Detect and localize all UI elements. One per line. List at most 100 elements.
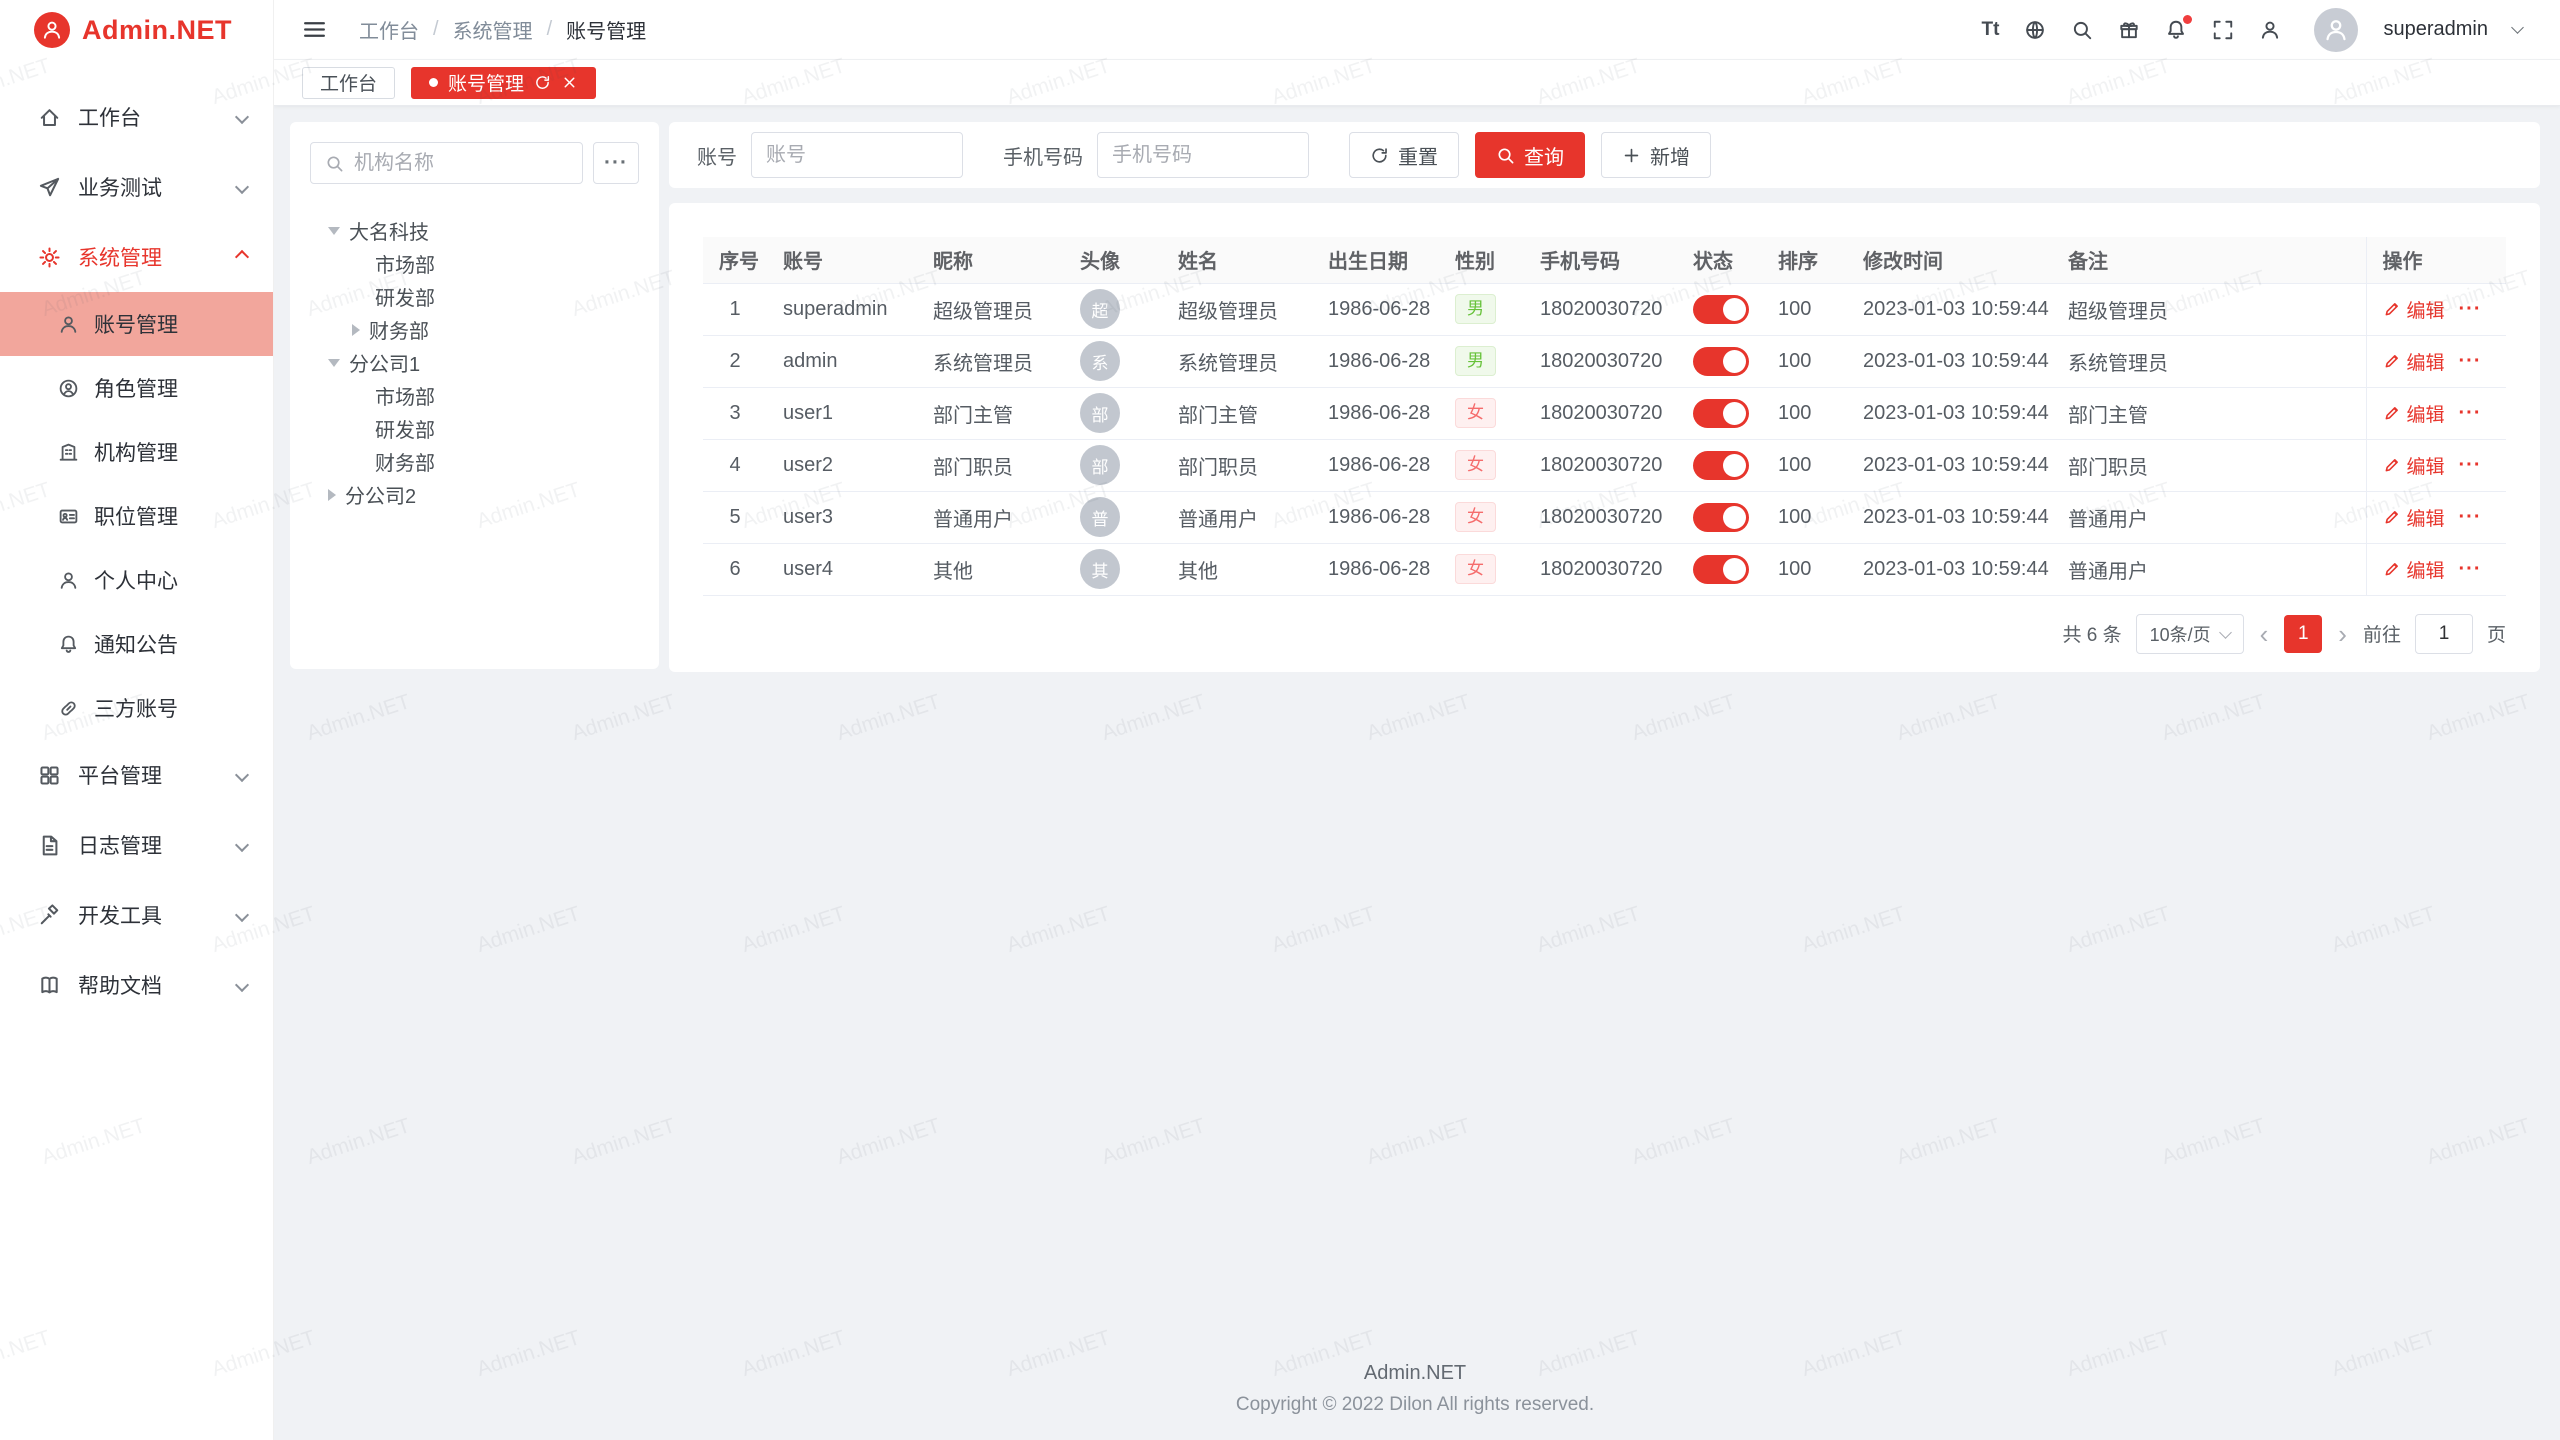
page-size-select[interactable]: 10条/页 [2136, 614, 2244, 654]
account-input[interactable] [766, 144, 948, 167]
fullscreen-icon[interactable] [2212, 19, 2234, 41]
status-toggle[interactable] [1693, 399, 1749, 428]
next-page-button[interactable]: › [2336, 621, 2349, 647]
sidebar-item-post-management[interactable]: 职位管理 [0, 484, 273, 548]
theme-icon[interactable] [2118, 19, 2140, 41]
edit-icon [2383, 352, 2401, 370]
sidebar-item-notice[interactable]: 通知公告 [0, 612, 273, 676]
breadcrumb: 工作台 / 系统管理 / 账号管理 [359, 15, 646, 44]
logo[interactable]: Admin.NET [0, 0, 273, 60]
tree-node[interactable]: 财务部 [310, 445, 639, 478]
breadcrumb-item[interactable]: 工作台 [359, 15, 419, 44]
status-toggle[interactable] [1693, 503, 1749, 532]
caret-right-icon[interactable] [328, 489, 336, 501]
account-label: 账号 [697, 141, 737, 170]
tree-node[interactable]: 市场部 [310, 247, 639, 280]
cell-nickname: 系统管理员 [917, 335, 1064, 387]
sidebar-item-workbench[interactable]: 工作台 [0, 82, 273, 152]
sidebar-item-system-management[interactable]: 系统管理 [0, 222, 273, 292]
goto-page-input[interactable] [2415, 614, 2473, 654]
org-search-input[interactable] [354, 152, 568, 175]
top-header: 工作台 / 系统管理 / 账号管理 Tt superadmin [274, 0, 2560, 60]
refresh-icon [1370, 146, 1389, 165]
cell-modified-time: 2023-01-03 10:59:44 [1847, 283, 2052, 335]
edit-button[interactable]: 编辑 [2383, 504, 2445, 531]
cell-order: 100 [1762, 491, 1847, 543]
row-more-button[interactable]: ··· [2459, 402, 2482, 425]
edit-button[interactable]: 编辑 [2383, 348, 2445, 375]
sidebar-item-dev-tools[interactable]: 开发工具 [0, 880, 273, 950]
plus-icon [1622, 146, 1641, 165]
edit-button[interactable]: 编辑 [2383, 556, 2445, 583]
col-modified-time: 修改时间 [1847, 237, 2052, 283]
user-icon[interactable] [2259, 19, 2281, 41]
search-button[interactable]: 查询 [1475, 132, 1585, 178]
cell-actions: 编辑 ··· [2366, 439, 2506, 491]
cell-order: 100 [1762, 335, 1847, 387]
phone-input[interactable] [1112, 144, 1294, 167]
table-row: 2 admin 系统管理员 系 系统管理员 1986-06-28 男 18020… [703, 335, 2506, 387]
cell-index: 2 [703, 335, 767, 387]
row-more-button[interactable]: ··· [2459, 454, 2482, 477]
tree-node[interactable]: 大名科技 [310, 214, 639, 247]
reset-button[interactable]: 重置 [1349, 132, 1459, 178]
tree-node[interactable]: 研发部 [310, 412, 639, 445]
tab-workbench[interactable]: 工作台 [302, 67, 395, 99]
home-icon [38, 106, 61, 129]
status-toggle[interactable] [1693, 347, 1749, 376]
active-tab-dot [429, 78, 438, 87]
add-button[interactable]: 新增 [1601, 132, 1711, 178]
status-toggle[interactable] [1693, 555, 1749, 584]
row-more-button[interactable]: ··· [2459, 350, 2482, 373]
col-name: 姓名 [1162, 237, 1312, 283]
refresh-icon[interactable] [534, 74, 551, 91]
sidebar-item-org-management[interactable]: 机构管理 [0, 420, 273, 484]
breadcrumb-item[interactable]: 系统管理 [453, 15, 533, 44]
sidebar-item-business-test[interactable]: 业务测试 [0, 152, 273, 222]
sidebar-item-personal-center[interactable]: 个人中心 [0, 548, 273, 612]
page-number-active[interactable]: 1 [2284, 615, 2322, 653]
gender-badge: 男 [1455, 346, 1496, 375]
org-more-button[interactable]: ··· [593, 142, 639, 184]
caret-down-icon[interactable] [328, 227, 340, 235]
col-avatar: 头像 [1064, 237, 1162, 283]
username[interactable]: superadmin [2383, 18, 2488, 41]
cell-avatar: 部 [1064, 387, 1162, 439]
font-size-icon[interactable]: Tt [1982, 19, 2000, 41]
chevron-down-icon[interactable] [2511, 21, 2524, 34]
tree-node[interactable]: 研发部 [310, 280, 639, 313]
row-more-button[interactable]: ··· [2459, 298, 2482, 321]
tree-node[interactable]: 财务部 [310, 313, 639, 346]
caret-right-icon[interactable] [352, 324, 360, 336]
prev-page-button[interactable]: ‹ [2258, 621, 2271, 647]
sidebar-item-log-management[interactable]: 日志管理 [0, 810, 273, 880]
tree-node[interactable]: 分公司1 [310, 346, 639, 379]
edit-button[interactable]: 编辑 [2383, 452, 2445, 479]
row-more-button[interactable]: ··· [2459, 558, 2482, 581]
row-more-button[interactable]: ··· [2459, 506, 2482, 529]
sidebar-item-label: 工作台 [78, 102, 141, 132]
edit-icon [2383, 508, 2401, 526]
sidebar-item-role-management[interactable]: 角色管理 [0, 356, 273, 420]
edit-button[interactable]: 编辑 [2383, 296, 2445, 323]
caret-down-icon[interactable] [328, 359, 340, 367]
cell-index: 5 [703, 491, 767, 543]
sidebar-item-label: 开发工具 [78, 900, 162, 930]
avatar[interactable] [2314, 8, 2358, 52]
chevron-down-icon [235, 838, 249, 852]
sidebar-item-third-party-account[interactable]: 三方账号 [0, 676, 273, 740]
tree-node[interactable]: 市场部 [310, 379, 639, 412]
close-icon[interactable] [561, 74, 578, 91]
status-toggle[interactable] [1693, 451, 1749, 480]
globe-icon[interactable] [2024, 19, 2046, 41]
sidebar-item-help-docs[interactable]: 帮助文档 [0, 950, 273, 1020]
edit-button[interactable]: 编辑 [2383, 400, 2445, 427]
sidebar-item-platform-management[interactable]: 平台管理 [0, 740, 273, 810]
search-icon[interactable] [2071, 19, 2093, 41]
tree-node[interactable]: 分公司2 [310, 478, 639, 511]
status-toggle[interactable] [1693, 295, 1749, 324]
sidebar-item-account-management[interactable]: 账号管理 [0, 292, 273, 356]
notification-bell-icon[interactable] [2165, 19, 2187, 41]
tab-account-management[interactable]: 账号管理 [411, 67, 596, 99]
hamburger-menu-icon[interactable] [302, 17, 327, 42]
